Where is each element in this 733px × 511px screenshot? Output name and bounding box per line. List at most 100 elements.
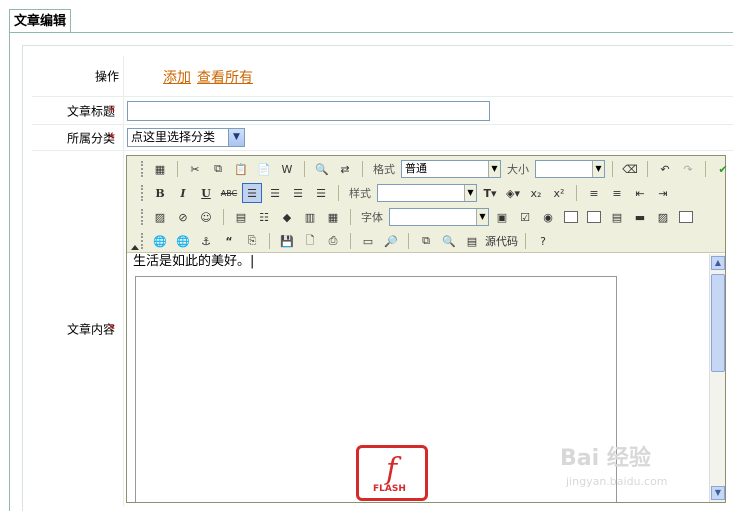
- bold-icon[interactable]: B: [150, 183, 170, 203]
- anchor-icon[interactable]: ⚓: [196, 231, 216, 251]
- page-break-icon[interactable]: ▥: [300, 207, 320, 227]
- textfield-icon[interactable]: [561, 207, 581, 227]
- chevron-down-icon[interactable]: ▼: [476, 209, 488, 225]
- select-all-icon[interactable]: ▦: [150, 159, 170, 179]
- action-label: 操作: [94, 69, 119, 84]
- eraser-icon[interactable]: ⌫: [620, 159, 640, 179]
- find-icon[interactable]: 🔍: [312, 159, 332, 179]
- view-all-link[interactable]: 查看所有: [197, 67, 253, 87]
- paste-icon[interactable]: 📋: [231, 159, 251, 179]
- style-label: 样式: [349, 187, 371, 200]
- underline-icon[interactable]: U: [196, 183, 216, 203]
- cut-icon[interactable]: ✂: [185, 159, 205, 179]
- toolbar-grip: [141, 233, 144, 249]
- action-label-cell: 操作: [32, 56, 124, 96]
- table-icon[interactable]: ▤: [231, 207, 251, 227]
- strikethrough-icon[interactable]: ABC: [219, 183, 239, 203]
- chevron-down-icon[interactable]: ▼: [592, 161, 604, 177]
- indent-icon[interactable]: ⇥: [653, 183, 673, 203]
- help-icon[interactable]: ?: [533, 231, 553, 251]
- subscript-icon[interactable]: x₂: [526, 183, 546, 203]
- title-input[interactable]: [127, 101, 490, 121]
- source-label[interactable]: 源代码: [485, 233, 518, 249]
- chevron-down-icon[interactable]: ▼: [488, 161, 500, 177]
- div-icon[interactable]: ⎘: [242, 231, 262, 251]
- embedded-flash-object[interactable]: f FLASH: [135, 276, 617, 502]
- smiley-icon[interactable]: ☺: [196, 207, 216, 227]
- spellcheck-icon[interactable]: ✔: [713, 159, 733, 179]
- horizontal-rule-icon[interactable]: ☷: [254, 207, 274, 227]
- copy-format-icon[interactable]: ⧉: [416, 231, 436, 251]
- italic-icon[interactable]: I: [173, 183, 193, 203]
- radio-icon[interactable]: ◉: [538, 207, 558, 227]
- maximize-icon[interactable]: ▭: [358, 231, 378, 251]
- toolbar-separator: [338, 185, 339, 201]
- save-icon[interactable]: 💾: [277, 231, 297, 251]
- scroll-up-icon[interactable]: ▲: [711, 256, 725, 270]
- outdent-icon[interactable]: ⇤: [630, 183, 650, 203]
- align-left-icon[interactable]: ☰: [242, 183, 262, 203]
- redo-icon[interactable]: ↷: [678, 159, 698, 179]
- copy-icon[interactable]: ⧉: [208, 159, 228, 179]
- print-icon[interactable]: ⎙: [323, 231, 343, 251]
- category-select[interactable]: 点这里选择分类 ▼: [127, 128, 245, 147]
- replace-icon[interactable]: ⇄: [335, 159, 355, 179]
- bg-color-icon[interactable]: ◈▾: [503, 183, 523, 203]
- special-char-icon[interactable]: ◆: [277, 207, 297, 227]
- link-icon[interactable]: 🌐: [150, 231, 170, 251]
- category-row: 所属分类 * 点这里选择分类 ▼: [32, 125, 733, 151]
- toolbar-separator: [647, 161, 648, 177]
- unlink-icon[interactable]: 🌐: [173, 231, 193, 251]
- toolbar-row-2: B I U ABC ☰ ☰ ☰ ☰ 样式 ▼ T▾ ◈▾ x₂ x² ≡ ≡ ⇤…: [141, 182, 673, 204]
- scroll-thumb[interactable]: [711, 274, 725, 372]
- hidden-field-icon[interactable]: [676, 207, 696, 227]
- page: 文章编辑 操作 添加 查看所有 文章标题 * 所属分类 * 点这里选择分类 ▼ …: [0, 0, 733, 511]
- format-label: 格式: [373, 163, 395, 176]
- image-button-icon[interactable]: ▨: [653, 207, 673, 227]
- textarea-glyph: [587, 211, 601, 223]
- paste-word-icon[interactable]: W: [277, 159, 297, 179]
- scroll-down-icon[interactable]: ▼: [711, 486, 725, 500]
- blockquote-icon[interactable]: “: [219, 231, 239, 251]
- image-icon[interactable]: ▨: [150, 207, 170, 227]
- textfield-glyph: [564, 211, 578, 223]
- editor-scrollbar[interactable]: ▲ ▼: [709, 254, 725, 502]
- align-center-icon[interactable]: ☰: [265, 183, 285, 203]
- preview-icon[interactable]: 🔎: [381, 231, 401, 251]
- form-icon[interactable]: ▣: [492, 207, 512, 227]
- font-combo[interactable]: ▼: [389, 208, 489, 226]
- select-field-icon[interactable]: ▤: [607, 207, 627, 227]
- paste-text-icon[interactable]: 📄: [254, 159, 274, 179]
- toolbar-separator: [612, 161, 613, 177]
- chevron-down-icon[interactable]: ▼: [228, 129, 244, 146]
- unordered-list-icon[interactable]: ≡: [607, 183, 627, 203]
- flash-icon[interactable]: ⊘: [173, 207, 193, 227]
- flash-logo-icon: f FLASH: [356, 445, 428, 501]
- editor-toolbar: ▦ ✂ ⧉ 📋 📄 W 🔍 ⇄ 格式 普通 ▼ 大小 ▼ ⌫ ↶ ↷ ✔ B I…: [127, 156, 728, 253]
- toolbar-grip: [141, 209, 144, 225]
- tab-article-edit[interactable]: 文章编辑: [9, 9, 72, 33]
- size-combo[interactable]: ▼: [535, 160, 605, 178]
- source-icon[interactable]: ▤: [462, 231, 482, 251]
- ordered-list-icon[interactable]: ≡: [584, 183, 604, 203]
- superscript-icon[interactable]: x²: [549, 183, 569, 203]
- button-field-icon[interactable]: ▬: [630, 207, 650, 227]
- align-justify-icon[interactable]: ☰: [311, 183, 331, 203]
- new-page-icon[interactable]: 🗋: [300, 231, 320, 251]
- format-combo[interactable]: 普通 ▼: [401, 160, 501, 178]
- align-right-icon[interactable]: ☰: [288, 183, 308, 203]
- chevron-down-icon[interactable]: ▼: [464, 185, 476, 201]
- toolbar-separator: [408, 233, 409, 249]
- title-row: 文章标题 *: [32, 97, 733, 125]
- template-icon[interactable]: ▦: [323, 207, 343, 227]
- textarea-icon[interactable]: [584, 207, 604, 227]
- toolbar-collapse-icon[interactable]: [131, 245, 139, 250]
- editor-text: 生活是如此的美好。|: [133, 254, 255, 269]
- undo-icon[interactable]: ↶: [655, 159, 675, 179]
- add-link[interactable]: 添加: [163, 67, 191, 87]
- format-value: 普通: [405, 162, 427, 175]
- zoom-icon[interactable]: 🔍: [439, 231, 459, 251]
- text-color-icon[interactable]: T▾: [480, 183, 500, 203]
- checkbox-icon[interactable]: ☑: [515, 207, 535, 227]
- style-combo[interactable]: ▼: [377, 184, 477, 202]
